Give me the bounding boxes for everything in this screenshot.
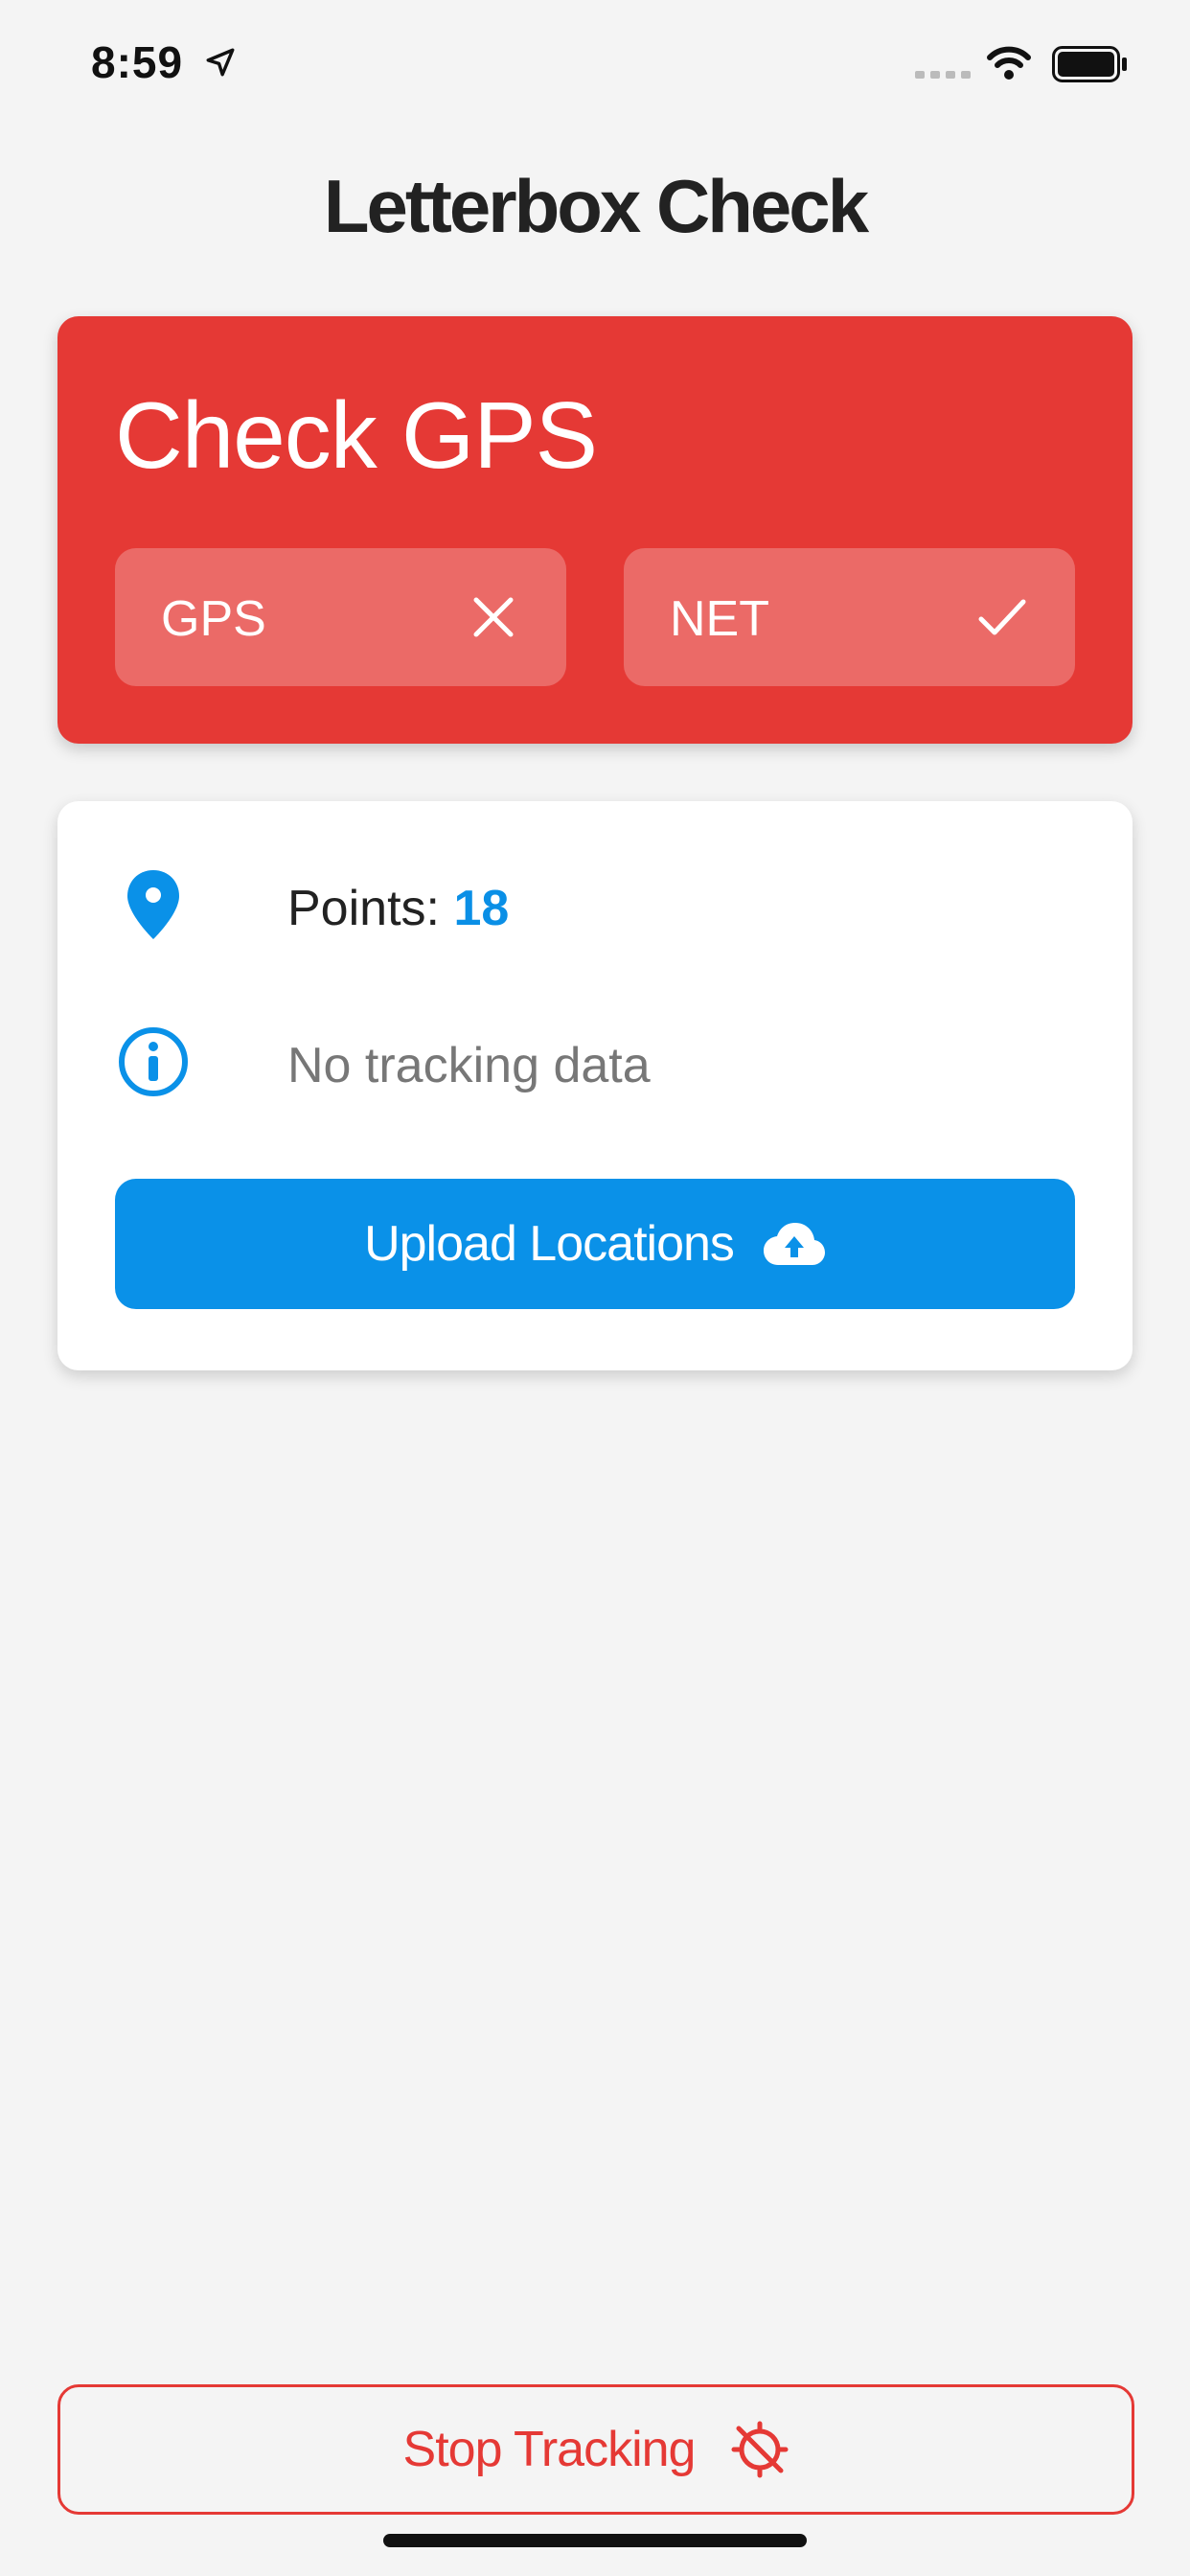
home-indicator <box>383 2534 807 2547</box>
upload-button-label: Upload Locations <box>364 1216 735 1272</box>
points-text: Points: 18 <box>287 880 509 937</box>
battery-icon <box>1052 46 1127 82</box>
status-time: 8:59 <box>91 37 184 87</box>
gps-status-chip: GPS <box>115 548 566 686</box>
upload-locations-button[interactable]: Upload Locations <box>115 1179 1075 1309</box>
gps-status-card: Check GPS GPS NET <box>57 316 1133 744</box>
tracking-status-text: No tracking data <box>287 1038 651 1093</box>
cellular-signal-icon <box>915 71 971 79</box>
net-chip-label: NET <box>670 591 769 647</box>
page-title: Letterbox Check <box>323 164 869 248</box>
location-arrow-icon <box>206 48 235 77</box>
info-icon <box>119 1027 188 1096</box>
status-heading: Check GPS <box>115 382 598 488</box>
tracking-info-card: Points: 18 No tracking data Upload Locat… <box>57 801 1133 1370</box>
check-icon <box>978 599 1026 635</box>
gps-chip-label: GPS <box>161 591 266 647</box>
location-off-icon <box>731 2421 789 2478</box>
map-pin-icon <box>127 870 179 939</box>
net-status-chip: NET <box>624 548 1075 686</box>
cloud-upload-icon <box>763 1223 825 1265</box>
stop-button-label: Stop Tracking <box>402 2422 697 2477</box>
wifi-icon <box>987 46 1031 80</box>
points-label: Points: <box>287 881 440 936</box>
status-bar: 8:59 <box>0 0 1190 126</box>
close-icon <box>473 597 514 637</box>
stop-tracking-button[interactable]: Stop Tracking <box>57 2384 1134 2515</box>
points-value: 18 <box>453 881 510 936</box>
